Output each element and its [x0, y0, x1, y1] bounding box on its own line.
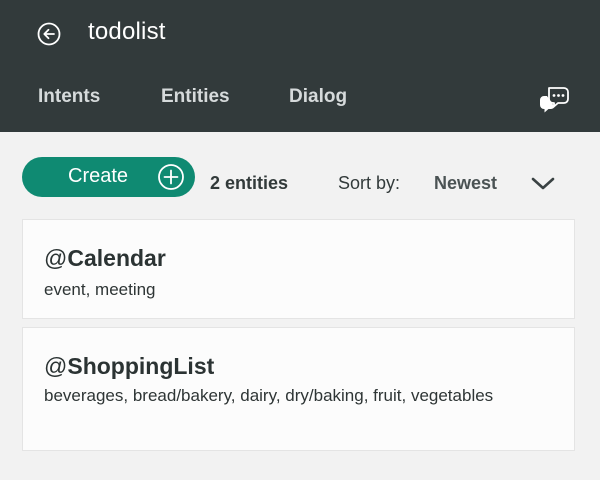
arrow-left-circle-icon — [36, 21, 62, 47]
sort-label: Sort by: — [338, 173, 401, 193]
entity-name-text: ShoppingList — [67, 353, 215, 379]
app-header: todolist Intents Entities Dialog — [0, 0, 600, 132]
back-button[interactable] — [36, 21, 62, 47]
entity-count: 2 entities — [210, 173, 289, 193]
tab-intents[interactable]: Intents — [38, 86, 100, 108]
tab-dialog[interactable]: Dialog — [289, 86, 347, 108]
entity-name-text: Calendar — [67, 245, 166, 271]
chat-button[interactable] — [538, 84, 570, 114]
create-entity-button[interactable]: Create — [22, 157, 195, 197]
entity-values: beverages, bread/bakery, dairy, dry/baki… — [44, 386, 494, 405]
entity-prefix: @ — [44, 245, 68, 271]
tab-entities[interactable]: Entities — [161, 86, 230, 108]
entity-prefix: @ — [44, 353, 68, 379]
plus-circle-icon — [157, 163, 185, 191]
sort-dropdown[interactable]: Newest — [432, 166, 562, 198]
entity-values: event, meeting — [44, 280, 156, 299]
entity-name: @Calendar — [44, 245, 166, 272]
entity-card-calendar[interactable]: @Calendar event, meeting — [22, 219, 575, 319]
sort-value: Newest — [434, 173, 498, 193]
entities-toolbar: Create 2 entities Sort by: Newest — [0, 152, 600, 202]
chevron-down-icon — [530, 174, 556, 192]
create-button-label: Create — [68, 165, 129, 187]
workspace-title: todolist — [88, 18, 166, 45]
chat-bubbles-icon — [538, 84, 570, 114]
entity-card-shoppinglist[interactable]: @ShoppingList beverages, bread/bakery, d… — [22, 327, 575, 451]
entity-name: @ShoppingList — [44, 353, 214, 380]
